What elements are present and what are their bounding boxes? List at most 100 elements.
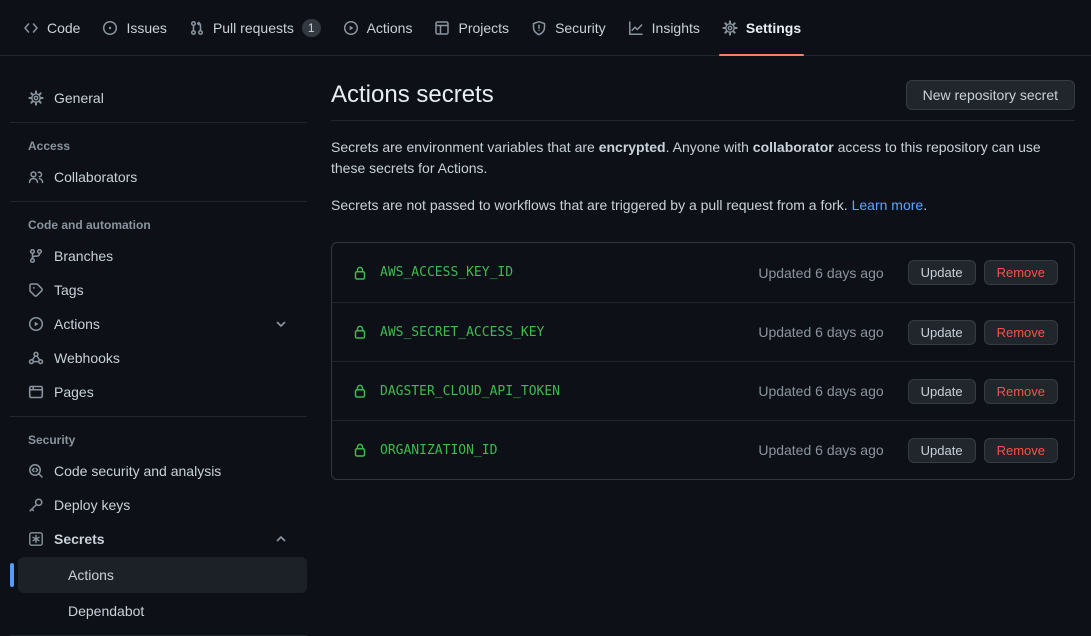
sidebar-item-label: Branches (54, 248, 113, 264)
description-text: Secrets are environment variables that a… (331, 139, 599, 155)
update-secret-button[interactable]: Update (908, 320, 976, 345)
sidebar-item-label: Webhooks (54, 350, 120, 366)
chevron-up-icon (273, 531, 289, 547)
sidebar-item-tags[interactable]: Tags (10, 274, 307, 306)
secret-asterisk-icon (28, 531, 44, 547)
tab-projects[interactable]: Projects (423, 0, 520, 55)
lock-icon (352, 324, 368, 340)
browser-icon (28, 384, 44, 400)
sidebar-section-title-code-automation: Code and automation (10, 210, 307, 240)
settings-sidebar: General Access Collaborators Code and au… (0, 56, 315, 623)
remove-secret-button[interactable]: Remove (984, 320, 1058, 345)
secret-name: ORGANIZATION_ID (380, 443, 497, 458)
page-title: Actions secrets (331, 81, 494, 109)
issue-opened-icon (102, 20, 118, 36)
sidebar-item-actions[interactable]: Actions (10, 308, 307, 340)
tab-label: Code (47, 20, 80, 36)
lock-icon (352, 442, 368, 458)
secret-row: DAGSTER_CLOUD_API_TOKEN Updated 6 days a… (332, 361, 1074, 420)
sidebar-subitem-secrets-actions[interactable]: Actions (18, 557, 307, 593)
play-icon (28, 316, 44, 332)
actions-secrets-panel: Actions secrets New repository secret Se… (315, 56, 1091, 623)
secret-updated: Updated 6 days ago (758, 383, 883, 399)
project-table-icon (434, 20, 450, 36)
tab-label: Actions (367, 20, 413, 36)
sidebar-divider (10, 122, 307, 123)
tab-label: Settings (746, 20, 801, 36)
sidebar-item-label: Secrets (54, 531, 105, 547)
sidebar-item-collaborators[interactable]: Collaborators (10, 161, 307, 193)
git-pull-request-icon (189, 20, 205, 36)
sidebar-item-secrets[interactable]: Secrets (10, 523, 307, 555)
secrets-description: Secrets are environment variables that a… (331, 137, 1075, 179)
description-bold-encrypted: encrypted (599, 139, 666, 155)
tab-security[interactable]: Security (520, 0, 617, 55)
code-icon (23, 20, 39, 36)
sidebar-section-title-access: Access (10, 131, 307, 161)
gear-icon (722, 20, 738, 36)
fork-note-suffix: . (923, 197, 927, 213)
sidebar-subitem-secrets-dependabot[interactable]: Dependabot (18, 595, 307, 627)
tag-icon (28, 282, 44, 298)
people-icon (28, 169, 44, 185)
tab-label: Insights (652, 20, 700, 36)
secret-row: ORGANIZATION_ID Updated 6 days ago Updat… (332, 420, 1074, 479)
sidebar-item-general[interactable]: General (10, 82, 307, 114)
update-secret-button[interactable]: Update (908, 260, 976, 285)
webhook-icon (28, 350, 44, 366)
tab-actions[interactable]: Actions (332, 0, 424, 55)
main-header: Actions secrets New repository secret (331, 80, 1075, 121)
tab-insights[interactable]: Insights (617, 0, 711, 55)
sidebar-item-label: Actions (54, 316, 100, 332)
sidebar-item-label: Code security and analysis (54, 463, 221, 479)
secrets-table: AWS_ACCESS_KEY_ID Updated 6 days ago Upd… (331, 242, 1075, 480)
lock-icon (352, 383, 368, 399)
sidebar-item-label: General (54, 90, 104, 106)
tab-label: Security (555, 20, 606, 36)
secret-name: AWS_ACCESS_KEY_ID (380, 265, 513, 280)
sidebar-divider (10, 201, 307, 202)
tab-issues[interactable]: Issues (91, 0, 177, 55)
codescan-icon (28, 463, 44, 479)
update-secret-button[interactable]: Update (908, 438, 976, 463)
description-text: . Anyone with (666, 139, 753, 155)
sidebar-item-webhooks[interactable]: Webhooks (10, 342, 307, 374)
lock-icon (352, 265, 368, 281)
gear-icon (28, 90, 44, 106)
secret-name: AWS_SECRET_ACCESS_KEY (380, 325, 544, 340)
tab-label: Pull requests (213, 20, 294, 36)
sidebar-item-label: Deploy keys (54, 497, 130, 513)
secret-updated: Updated 6 days ago (758, 442, 883, 458)
tab-label: Issues (126, 20, 166, 36)
repo-nav: Code Issues Pull requests 1 Actions Proj… (0, 0, 1091, 56)
secret-updated: Updated 6 days ago (758, 324, 883, 340)
description-bold-collaborator: collaborator (753, 139, 834, 155)
fork-note: Secrets are not passed to workflows that… (331, 195, 1075, 216)
sidebar-item-code-security[interactable]: Code security and analysis (10, 455, 307, 487)
secret-row: AWS_SECRET_ACCESS_KEY Updated 6 days ago… (332, 302, 1074, 361)
sidebar-item-label: Pages (54, 384, 94, 400)
update-secret-button[interactable]: Update (908, 379, 976, 404)
sidebar-item-pages[interactable]: Pages (10, 376, 307, 408)
key-icon (28, 497, 44, 513)
learn-more-link[interactable]: Learn more (852, 197, 924, 213)
sidebar-item-label: Actions (68, 567, 114, 583)
git-branch-icon (28, 248, 44, 264)
secret-updated: Updated 6 days ago (758, 265, 883, 281)
remove-secret-button[interactable]: Remove (984, 260, 1058, 285)
remove-secret-button[interactable]: Remove (984, 438, 1058, 463)
sidebar-item-label: Collaborators (54, 169, 137, 185)
new-repository-secret-button[interactable]: New repository secret (906, 80, 1075, 110)
tab-pull-requests[interactable]: Pull requests 1 (178, 0, 332, 55)
secret-row: AWS_ACCESS_KEY_ID Updated 6 days ago Upd… (332, 243, 1074, 302)
tab-code[interactable]: Code (12, 0, 91, 55)
pull-requests-count-badge: 1 (302, 19, 321, 37)
fork-note-text: Secrets are not passed to workflows that… (331, 197, 852, 213)
sidebar-item-label: Tags (54, 282, 84, 298)
remove-secret-button[interactable]: Remove (984, 379, 1058, 404)
sidebar-divider (10, 416, 307, 417)
tab-settings[interactable]: Settings (711, 0, 812, 55)
sidebar-item-branches[interactable]: Branches (10, 240, 307, 272)
sidebar-item-label: Dependabot (68, 603, 144, 619)
sidebar-item-deploy-keys[interactable]: Deploy keys (10, 489, 307, 521)
